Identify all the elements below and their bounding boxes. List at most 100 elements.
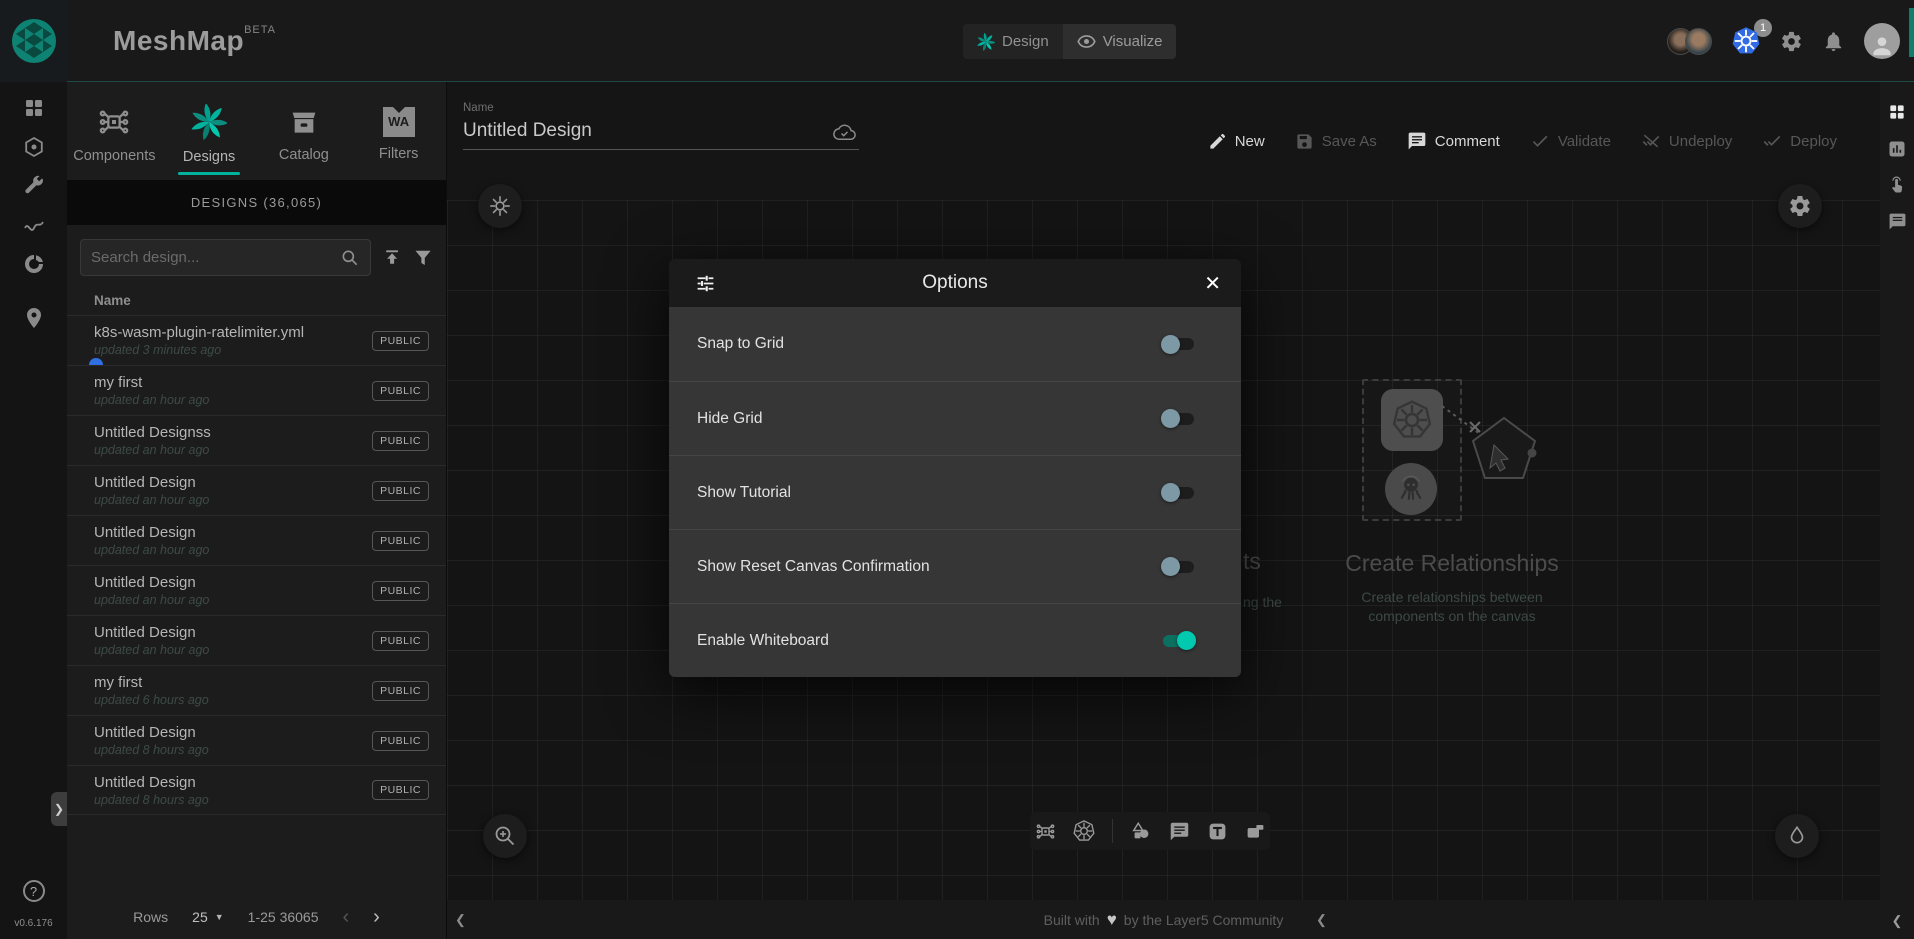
search-icon[interactable] — [340, 248, 360, 268]
tab-visualize[interactable]: Visualize — [1063, 24, 1177, 59]
visibility-badge: PUBLIC — [372, 731, 429, 751]
wasm-icon: WA — [383, 107, 415, 137]
sidebar-tab-components[interactable]: Components — [67, 82, 162, 180]
wrench-icon[interactable] — [22, 174, 46, 198]
tutorial-squid-tile — [1385, 463, 1437, 515]
canvas-tool-dock — [1030, 812, 1270, 850]
zoom-in-button[interactable] — [483, 814, 527, 858]
design-list-item[interactable]: Untitled Design updated an hour ago PUBL… — [67, 465, 446, 515]
mesh-hexagon-icon[interactable] — [22, 135, 46, 159]
canvas-context-button[interactable] — [478, 184, 522, 228]
layer5-logo[interactable] — [0, 0, 67, 82]
bar-chart-icon[interactable] — [1887, 139, 1907, 159]
shapes-icon[interactable] — [1130, 820, 1152, 842]
hide-grid-toggle[interactable] — [1161, 409, 1196, 428]
meshery-flower-icon — [191, 104, 227, 140]
deploy-button[interactable]: Deploy — [1762, 131, 1837, 151]
collapse-left-chevron[interactable]: ❮ — [455, 912, 466, 928]
tab-visualize-label: Visualize — [1103, 33, 1163, 50]
import-design-icon[interactable] — [382, 247, 402, 268]
help-button[interactable]: ? — [23, 880, 45, 902]
tutorial-components-box — [1362, 379, 1462, 521]
design-list-item[interactable]: Untitled Design updated an hour ago PUBL… — [67, 615, 446, 665]
option-row-show-reset-confirmation: Show Reset Canvas Confirmation — [669, 529, 1241, 603]
kubernetes-icon[interactable] — [1073, 820, 1095, 842]
hidden-tutorial-heading-fragment: ts — [1243, 548, 1261, 575]
rows-per-page-select[interactable]: 25 ▼ — [192, 909, 224, 925]
sidebar-tab-designs[interactable]: Designs — [162, 82, 257, 180]
media-icon[interactable] — [1245, 821, 1266, 842]
save-as-button[interactable]: Save As — [1295, 132, 1377, 151]
user-avatar[interactable] — [1864, 23, 1900, 59]
undeploy-button[interactable]: Undeploy — [1641, 131, 1732, 151]
design-list-item[interactable]: Untitled Design updated an hour ago PUBL… — [67, 565, 446, 615]
comment-button[interactable]: Comment — [1407, 131, 1500, 151]
scrollbar-thumb[interactable] — [1909, 8, 1914, 57]
help-label: ? — [30, 884, 37, 899]
collaborator-avatars[interactable] — [1667, 28, 1712, 55]
next-page-button[interactable]: › — [373, 907, 380, 927]
design-list-item[interactable]: Untitled Design updated an hour ago PUBL… — [67, 515, 446, 565]
location-pin-icon[interactable] — [22, 306, 46, 330]
tab-design[interactable]: Design — [963, 24, 1063, 59]
touch-icon[interactable] — [1888, 176, 1907, 195]
design-list-item[interactable]: Untitled Design updated 8 hours ago PUBL… — [67, 765, 446, 815]
helm-wheel-icon — [487, 193, 513, 219]
show-tutorial-toggle[interactable] — [1161, 483, 1196, 502]
design-updated-timestamp: updated an hour ago — [94, 543, 209, 557]
rows-per-page-value: 25 — [192, 909, 208, 925]
canvas-settings-button[interactable] — [1778, 184, 1822, 228]
text-tool-icon[interactable] — [1207, 821, 1228, 842]
design-item-text: Untitled Design updated an hour ago — [94, 524, 209, 557]
design-item-text: Untitled Designss updated an hour ago — [94, 424, 211, 457]
chevron-right-icon: ❯ — [54, 802, 64, 816]
whiteboard-pen-button[interactable] — [1775, 814, 1819, 858]
collapse-right-chevron[interactable]: ❮ — [1316, 912, 1327, 928]
collapse-rail-chevron[interactable]: ❮ — [1892, 913, 1903, 929]
sidebar-tab-filters[interactable]: WA Filters — [351, 82, 446, 180]
settings-gear-icon[interactable] — [1780, 30, 1803, 53]
enable-whiteboard-toggle[interactable] — [1161, 631, 1196, 650]
sidebar-tab-catalog[interactable]: Catalog — [257, 82, 352, 180]
kubernetes-context-button[interactable]: 1 — [1731, 26, 1761, 56]
design-name: Untitled Design — [94, 774, 209, 791]
components-icon[interactable] — [1035, 821, 1056, 842]
design-item-text: k8s-wasm-plugin-ratelimiter.yml updated … — [94, 324, 304, 357]
previous-page-button[interactable]: ‹ — [343, 907, 350, 927]
modal-title: Options — [669, 272, 1241, 294]
designs-section-header: DESIGNS (36,065) — [67, 180, 446, 225]
rows-label: Rows — [133, 909, 168, 925]
search-input[interactable] — [91, 249, 340, 266]
grid-view-icon[interactable] — [1887, 102, 1907, 122]
design-name-input[interactable] — [463, 118, 859, 149]
design-list-item[interactable]: my first updated 6 hours ago PUBLIC — [67, 665, 446, 715]
kubernetes-icon — [1392, 400, 1432, 440]
design-list-item[interactable]: my first updated an hour ago PUBLIC — [67, 365, 446, 415]
tab-label: Components — [73, 148, 155, 164]
design-list-item[interactable]: Untitled Designss updated an hour ago PU… — [67, 415, 446, 465]
new-design-button[interactable]: New — [1208, 132, 1265, 151]
performance-curve-icon[interactable] — [22, 213, 46, 237]
expand-drawer-handle[interactable]: ❯ — [51, 792, 67, 826]
filter-funnel-icon[interactable] — [413, 247, 433, 268]
notifications-bell-icon[interactable] — [1822, 30, 1845, 53]
cloud-saved-icon — [831, 123, 857, 143]
chat-icon[interactable] — [1888, 212, 1907, 231]
heart-icon: ♥ — [1107, 910, 1117, 930]
design-list-item[interactable]: Untitled Design updated 8 hours ago PUBL… — [67, 715, 446, 765]
visibility-badge: PUBLIC — [372, 531, 429, 551]
mode-switcher: Design Visualize — [963, 24, 1176, 59]
design-list-item[interactable]: k8s-wasm-plugin-ratelimiter.yml updated … — [67, 315, 446, 365]
comment-icon[interactable] — [1169, 821, 1190, 842]
donut-chart-icon[interactable] — [22, 252, 46, 276]
design-list: k8s-wasm-plugin-ratelimiter.yml updated … — [67, 315, 446, 815]
kubernetes-icon — [1731, 26, 1761, 56]
validate-button[interactable]: Validate — [1530, 131, 1611, 151]
dashboard-icon[interactable] — [22, 96, 46, 120]
show-reset-canvas-confirmation-toggle[interactable] — [1161, 557, 1196, 576]
gear-icon — [1788, 194, 1812, 218]
snap-to-grid-toggle[interactable] — [1161, 335, 1196, 354]
meshery-flower-icon — [977, 33, 995, 51]
components-icon — [97, 105, 131, 139]
close-icon[interactable]: ✕ — [1204, 271, 1221, 296]
